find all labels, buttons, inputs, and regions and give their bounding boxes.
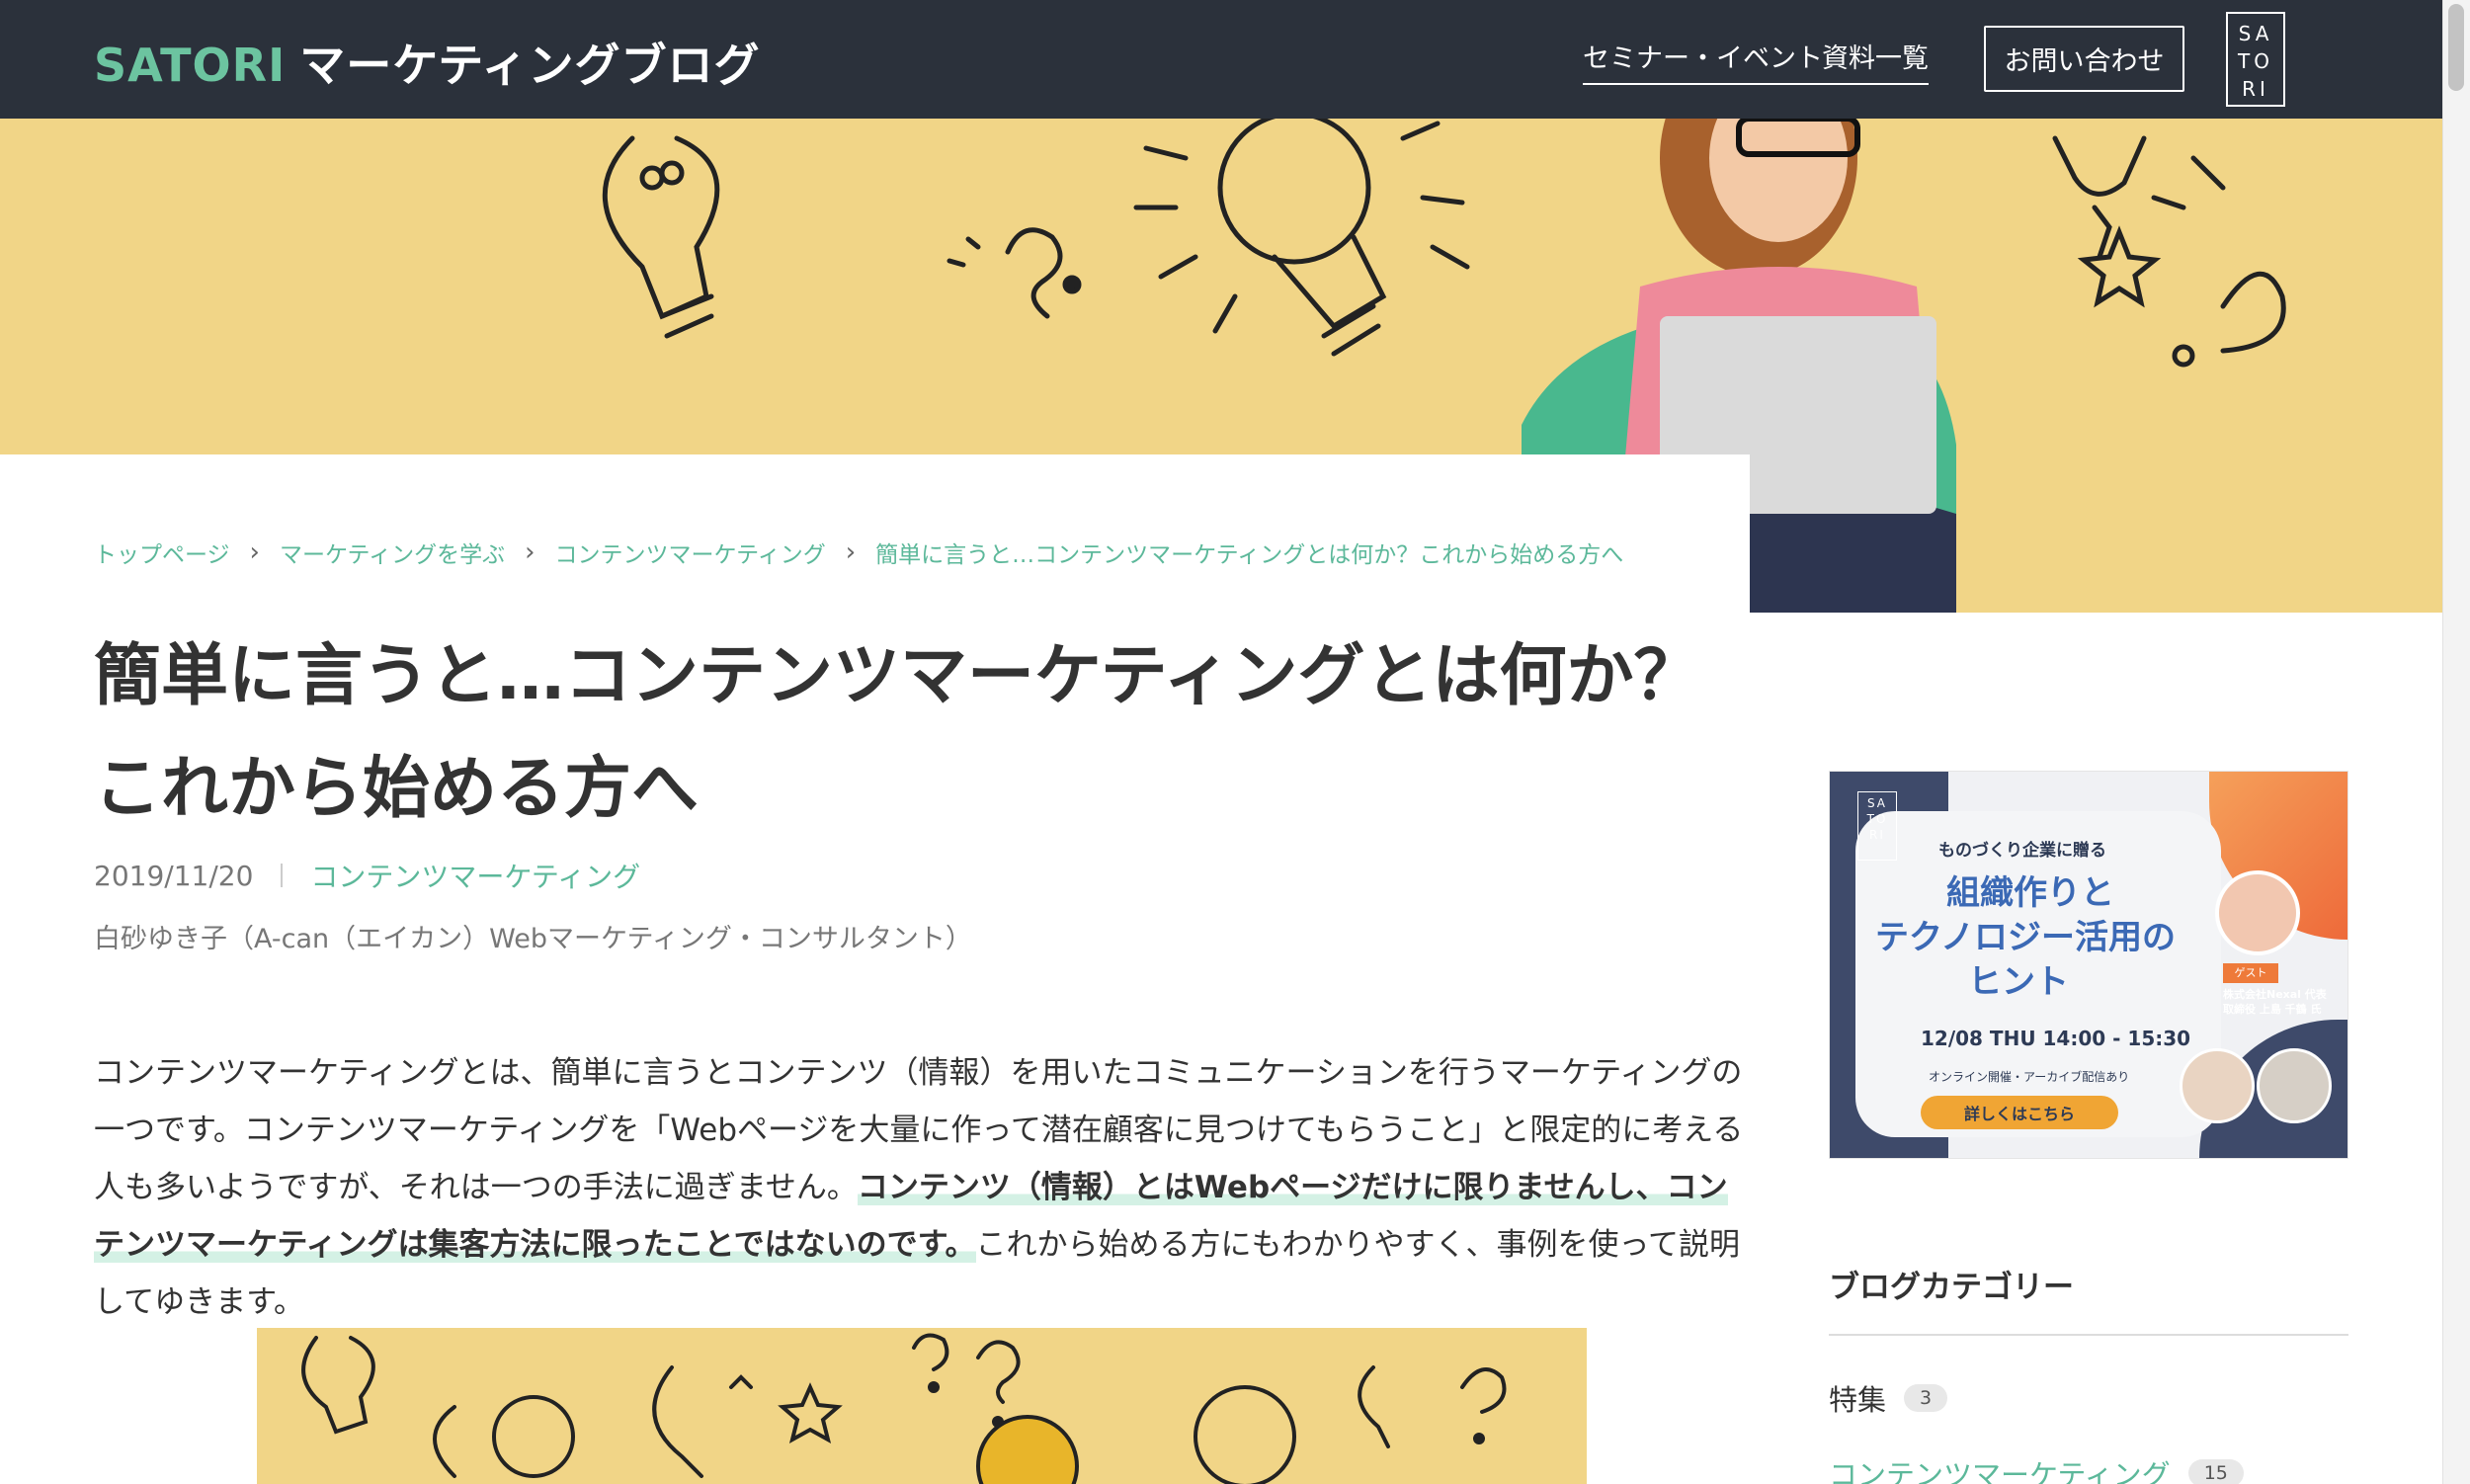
seminar-banner[interactable]: SA TO RI ものづくり企業に贈る 組織作りと テクノロジー活用の ヒント … (1829, 771, 2348, 1159)
lightbulb-doodle-large (1217, 119, 1371, 265)
page-scrollbar[interactable] (2442, 0, 2470, 1484)
logo-line: RI (1869, 828, 1885, 842)
question-doodle-right (2220, 271, 2286, 354)
satori-logo-box[interactable]: SA TO RI (2226, 12, 2285, 107)
logo-line: RI (2242, 77, 2269, 101)
question-doodle (1005, 227, 1063, 319)
category-count-badge: 15 (2187, 1459, 2244, 1484)
breadcrumb-learn[interactable]: マーケティングを学ぶ (280, 536, 505, 569)
title-line-1: 簡単に言うと…コンテンツマーケティングとは何か？ (94, 637, 1701, 715)
nav-seminar-event[interactable]: セミナー・イベント (1583, 37, 1823, 85)
guest-avatar (2215, 870, 2300, 955)
article-image (257, 1328, 1587, 1484)
banner-title-line: ヒント (1968, 962, 2069, 1002)
article-illustration (301, 1333, 1507, 1484)
banner-subtitle: ものづくり企業に贈る (1938, 841, 2106, 861)
category-name[interactable]: 特集 (1829, 1377, 1886, 1419)
logo-line: TO (2238, 49, 2273, 73)
breadcrumb-chevron-icon: › (249, 537, 260, 567)
logo-line: SA (1866, 796, 1888, 810)
author-name: 白砂ゆき子（A-can（エイカン）Webマーケティング・コンサルタント） (94, 924, 972, 954)
site-logo[interactable]: SATORI マーケティングブログ (94, 30, 761, 95)
logo-line: TO (1866, 812, 1888, 826)
banner-satori-logo: SA TO RI (1857, 791, 1897, 861)
blog-category-heading: ブログカテゴリー (1829, 1270, 2074, 1305)
banner-date: 12/08 THU 14:00 - 15:30 (1921, 1027, 2191, 1050)
category-item[interactable]: 特集 3 (1829, 1377, 1948, 1419)
heading-divider (1829, 1334, 2348, 1336)
category-count-badge: 3 (1904, 1384, 1948, 1412)
speaker-avatar (2257, 1048, 2332, 1123)
logo-line: SA (2238, 22, 2273, 45)
article-category-link[interactable]: コンテンツマーケティング (310, 856, 640, 895)
breadcrumb-chevron-icon: › (845, 537, 857, 567)
lightbulb-doodle (602, 135, 720, 320)
contact-button[interactable]: お問い合わせ (1984, 26, 2184, 92)
breadcrumb-top[interactable]: トップページ (94, 536, 230, 569)
blog-title: マーケティングブログ (299, 39, 761, 92)
breadcrumb-chevron-icon: › (525, 537, 535, 567)
banner-online-note: オンライン開催・アーカイブ配信あり (1929, 1070, 2130, 1084)
article-meta: 2019/11/20 コンテンツマーケティング (94, 856, 640, 895)
site-header: SATORI マーケティングブログ セミナー・イベント 資料一覧 お問い合わせ S… (0, 0, 2442, 119)
guest-label: ゲスト (2223, 963, 2278, 983)
category-item[interactable]: コンテンツマーケティング 15 (1829, 1452, 2244, 1484)
breadcrumb-category[interactable]: コンテンツマーケティング (555, 536, 826, 569)
article: トップページ › マーケティングを学ぶ › コンテンツマーケティング › 簡単に… (0, 454, 1750, 1484)
banner-title-line: テクノロジー活用の (1875, 918, 2176, 957)
publish-date: 2019/11/20 (94, 859, 254, 892)
meta-divider (281, 864, 284, 887)
banner-title-line: 組織作りと (1946, 873, 2114, 913)
breadcrumb-current[interactable]: 簡単に言うと…コンテンツマーケティングとは何か？これから始める方へ (875, 536, 1623, 569)
article-intro: コンテンツマーケティングとは、簡単に言うとコンテンツ（情報）を用いたコミュニケー… (94, 1044, 1754, 1331)
breadcrumb: トップページ › マーケティングを学ぶ › コンテンツマーケティング › 簡単に… (94, 536, 1623, 569)
page-title: 簡単に言うと…コンテンツマーケティングとは何か？ これから始める方へ (94, 620, 1773, 846)
category-name[interactable]: コンテンツマーケティング (1829, 1452, 2171, 1484)
nav-documents[interactable]: 資料一覧 (1822, 37, 1929, 85)
banner-details-button[interactable]: 詳しくはこちら (1921, 1096, 2118, 1129)
star-doodle (2077, 225, 2162, 308)
scrollbar-thumb[interactable] (2448, 4, 2464, 91)
guest-name: 株式会社Nexal 代表取締役 上島 千鶴 氏 (2223, 988, 2327, 1016)
brand-name: SATORI (94, 39, 287, 92)
speaker-avatar (2180, 1048, 2255, 1123)
title-line-2: これから始める方へ (94, 750, 700, 828)
